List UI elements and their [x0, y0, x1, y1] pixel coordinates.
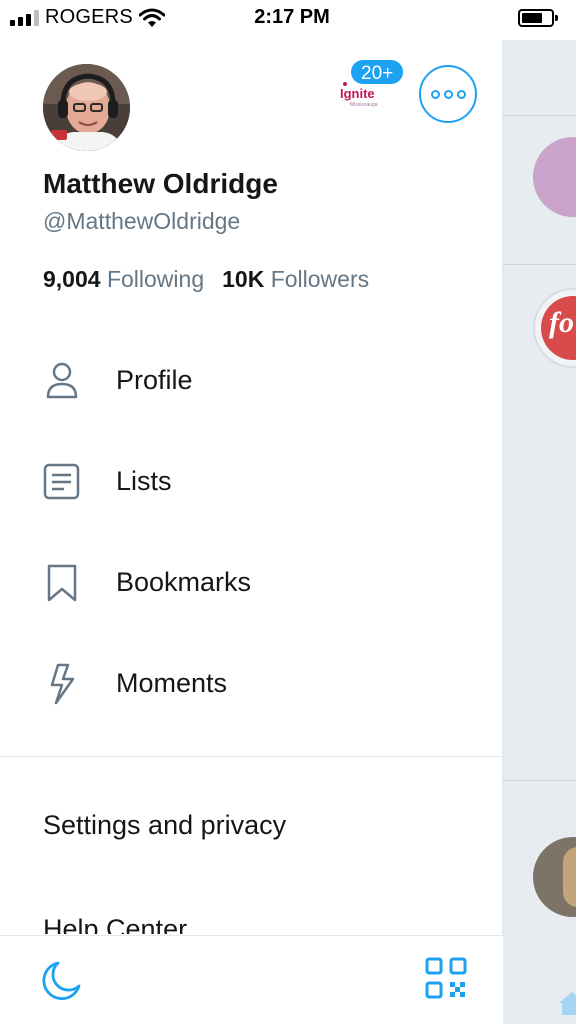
peek-divider — [503, 264, 576, 265]
moon-icon[interactable] — [38, 958, 84, 1004]
drawer-footer — [0, 935, 503, 1024]
following-link[interactable]: 9,004 Following — [43, 266, 204, 292]
settings-and-privacy-link[interactable]: Settings and privacy — [43, 810, 286, 841]
peek-divider — [503, 780, 576, 781]
lightning-icon — [50, 663, 75, 705]
menu-item-bookmarks[interactable]: Bookmarks — [0, 539, 503, 629]
home-icon[interactable] — [557, 990, 576, 1016]
peek-avatar — [533, 837, 576, 917]
display-name[interactable]: Matthew Oldridge — [43, 168, 278, 200]
timeline-peek[interactable]: fo — [503, 40, 576, 1024]
status-time: 2:17 PM — [254, 6, 330, 28]
more-accounts-button[interactable] — [419, 65, 477, 123]
menu-label: Moments — [116, 668, 228, 698]
side-drawer: Ignite Mississauga 20+ Matthew Oldridge … — [0, 40, 503, 1024]
battery-icon — [518, 9, 558, 27]
follow-stats: 9,004 Following 10K Followers — [43, 266, 369, 293]
dot-icon — [443, 89, 453, 99]
menu-item-lists[interactable]: Lists — [0, 438, 503, 528]
following-count: 9,004 — [43, 266, 101, 292]
help-center-link[interactable]: Help Center — [43, 914, 187, 934]
avatar[interactable] — [43, 64, 130, 151]
svg-text:Mississauga: Mississauga — [350, 102, 378, 108]
help-center-clip: Help Center — [0, 896, 503, 934]
menu-item-profile[interactable]: Profile — [0, 337, 503, 427]
followers-label: Followers — [270, 266, 370, 292]
peek-avatar: fo — [533, 288, 576, 368]
profile-photo-icon — [43, 64, 130, 151]
qr-code-icon[interactable] — [424, 956, 468, 1000]
followers-link[interactable]: 10K Followers — [222, 266, 369, 292]
bookmark-icon — [47, 564, 77, 602]
person-icon — [46, 362, 78, 399]
dot-icon — [430, 89, 440, 99]
peek-avatar — [533, 137, 576, 217]
followers-count: 10K — [222, 266, 265, 292]
menu-label: Profile — [116, 365, 193, 395]
status-bar: ROGERS 2:17 PM — [0, 0, 576, 40]
screen: ROGERS 2:17 PM fo Ignite Mississauga 20+… — [0, 0, 576, 1024]
menu-label: Lists — [116, 466, 172, 496]
following-label: Following — [106, 266, 205, 292]
peek-divider — [503, 115, 576, 116]
dot-icon — [456, 89, 466, 99]
user-handle[interactable]: @MatthewOldridge — [43, 208, 240, 235]
svg-text:Ignite: Ignite — [340, 86, 375, 101]
menu-divider — [0, 756, 503, 757]
notification-badge: 20+ — [349, 58, 406, 86]
menu-label: Bookmarks — [116, 567, 252, 597]
menu-item-moments[interactable]: Moments — [0, 640, 503, 730]
list-icon — [43, 463, 80, 500]
